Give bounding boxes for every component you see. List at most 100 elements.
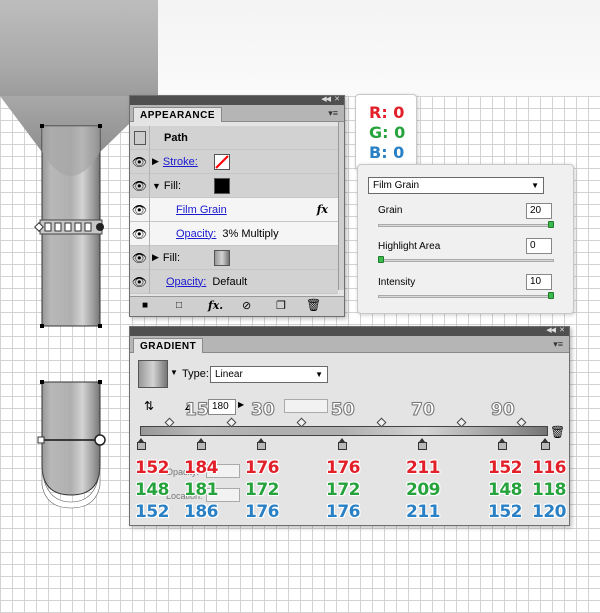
stop-7-b: 120 [532,502,567,522]
rgb-readout: R: 0 G: 0 B: 0 [355,94,417,170]
gradient-preview-swatch[interactable] [138,360,168,388]
scrollbar[interactable] [338,122,344,290]
collapse-icon[interactable]: ◀◀ [546,326,556,334]
expand-triangle-open-icon[interactable]: ▼ [152,181,161,191]
gradient-stop[interactable] [541,438,550,450]
anchor-right [96,223,104,231]
gradient-stop[interactable] [338,438,347,450]
stop-7-g: 118 [532,480,567,500]
effect-select-value: Film Grain [373,180,420,191]
eye-icon[interactable]: 👁 [130,245,150,270]
stop-4-b: 176 [326,502,361,522]
location-label: 70 [411,400,436,421]
opacity-link[interactable]: Opacity: [166,276,206,288]
fill2-row[interactable]: 👁 ▶ Fill: [130,245,338,270]
eye-icon[interactable]: 👁 [130,221,150,246]
chevron-down-icon[interactable]: ▼ [170,368,178,377]
eye-icon[interactable]: 👁 [130,269,150,294]
highlight-slider[interactable] [378,259,554,262]
fill-black-swatch[interactable] [214,178,230,194]
gradient-titlebar[interactable]: ◀◀ ✕ [130,327,569,336]
angle-dropdown-icon[interactable]: ▶ [238,400,244,409]
path-label: Path [164,131,188,144]
stop-5-b: 211 [406,502,441,522]
intensity-input[interactable]: 10 [526,274,552,290]
highlight-input[interactable]: 0 [526,238,552,254]
tab-appearance[interactable]: APPEARANCE [133,107,223,122]
stop-4-r: 176 [326,458,361,478]
appearance-titlebar[interactable]: ◀◀ ✕ [130,96,344,105]
gradient-stop[interactable] [257,438,266,450]
grain-slider[interactable] [378,224,554,227]
lower-pipe [41,381,101,496]
add-stroke-icon[interactable]: □ [176,300,182,311]
stop-6-b: 152 [488,502,523,522]
panel-menu-icon[interactable]: ▾≡ [328,108,338,119]
effect-select[interactable]: Film Grain ▼ [368,177,544,194]
gradient-stop[interactable] [418,438,427,450]
stop-6-r: 152 [488,458,523,478]
film-grain-dialog: Film Grain ▼ Grain 20 Highlight Area 0 I… [357,164,574,314]
trash-icon[interactable]: 🗑 [550,425,565,439]
gradient-stop[interactable] [498,438,507,450]
lower-anchor-right [94,434,106,446]
rgb-b: B: 0 [369,143,405,162]
stop-2-g: 181 [184,480,219,500]
panel-menu-icon[interactable]: ▾≡ [553,339,563,350]
eye-icon[interactable]: 👁 [130,197,150,222]
tab-gradient[interactable]: GRADIENT [133,338,204,353]
location-label: 30 [251,400,276,421]
opacity-value: 3% Multiply [222,227,279,240]
opacity-link[interactable]: Opacity: [176,228,216,240]
opacity-row-default[interactable]: 👁 Opacity: Default [130,269,338,294]
duplicate-icon[interactable]: ❐ [276,299,286,312]
close-icon[interactable]: ✕ [559,326,565,334]
film-grain-link[interactable]: Film Grain [176,204,227,216]
eye-icon[interactable]: 👁 [130,149,150,174]
angle-input[interactable]: 180 [208,399,236,415]
path-row[interactable]: Path [130,125,338,150]
gradient-ramp[interactable] [140,426,548,436]
stop-3-b: 176 [245,502,280,522]
top-light-band [158,0,600,96]
type-label: Type: [182,368,209,380]
film-grain-row[interactable]: 👁 Film Grain fx [130,197,338,222]
fill-row[interactable]: 👁 ▼ Fill: [130,173,338,198]
highlight-slider-thumb[interactable] [378,256,384,263]
intensity-slider-thumb[interactable] [548,292,554,299]
reverse-gradient-icon[interactable]: ⇅ [144,399,154,413]
grain-input[interactable]: 20 [526,203,552,219]
fill-gradient-swatch[interactable] [214,250,230,266]
rgb-g: G: 0 [369,123,406,142]
gradient-stop[interactable] [137,438,146,450]
fx-icon[interactable]: fx [317,203,328,216]
stroke-link[interactable]: Stroke: [163,156,198,168]
location-label: 90 [491,400,516,421]
stop-4-g: 172 [326,480,361,500]
trash-icon[interactable]: 🗑 [306,298,321,312]
square-stop-icon[interactable]: ■ [142,300,148,311]
clear-icon[interactable]: ⊘ [242,299,251,312]
intensity-slider[interactable] [378,295,554,298]
type-select[interactable]: Linear ▼ [210,366,328,383]
aspect-input[interactable] [284,399,328,413]
stroke-none-swatch[interactable] [214,154,230,170]
appearance-footer: ■ □ fx. ⊘ ❐ 🗑 [130,296,344,316]
close-icon[interactable]: ✕ [334,95,340,103]
eye-icon[interactable]: 👁 [130,173,150,198]
stop-2-b: 186 [184,502,219,522]
stroke-row[interactable]: 👁 ▶ Stroke: [130,149,338,174]
chevron-down-icon: ▼ [315,370,323,379]
lower-anchor-left [37,436,45,444]
opacity-row-fx[interactable]: 👁 Opacity: 3% Multiply [130,221,338,246]
stop-5-g: 209 [406,480,441,500]
highlight-label: Highlight Area [378,241,441,252]
collapse-icon[interactable]: ◀◀ [321,95,331,103]
expand-triangle-icon[interactable]: ▶ [152,252,159,263]
expand-triangle-icon[interactable]: ▶ [152,156,159,167]
add-effect-icon[interactable]: fx. [208,299,223,312]
grain-slider-thumb[interactable] [548,221,554,228]
grain-label: Grain [378,205,403,216]
gradient-stop[interactable] [197,438,206,450]
stop-1-r: 152 [135,458,170,478]
